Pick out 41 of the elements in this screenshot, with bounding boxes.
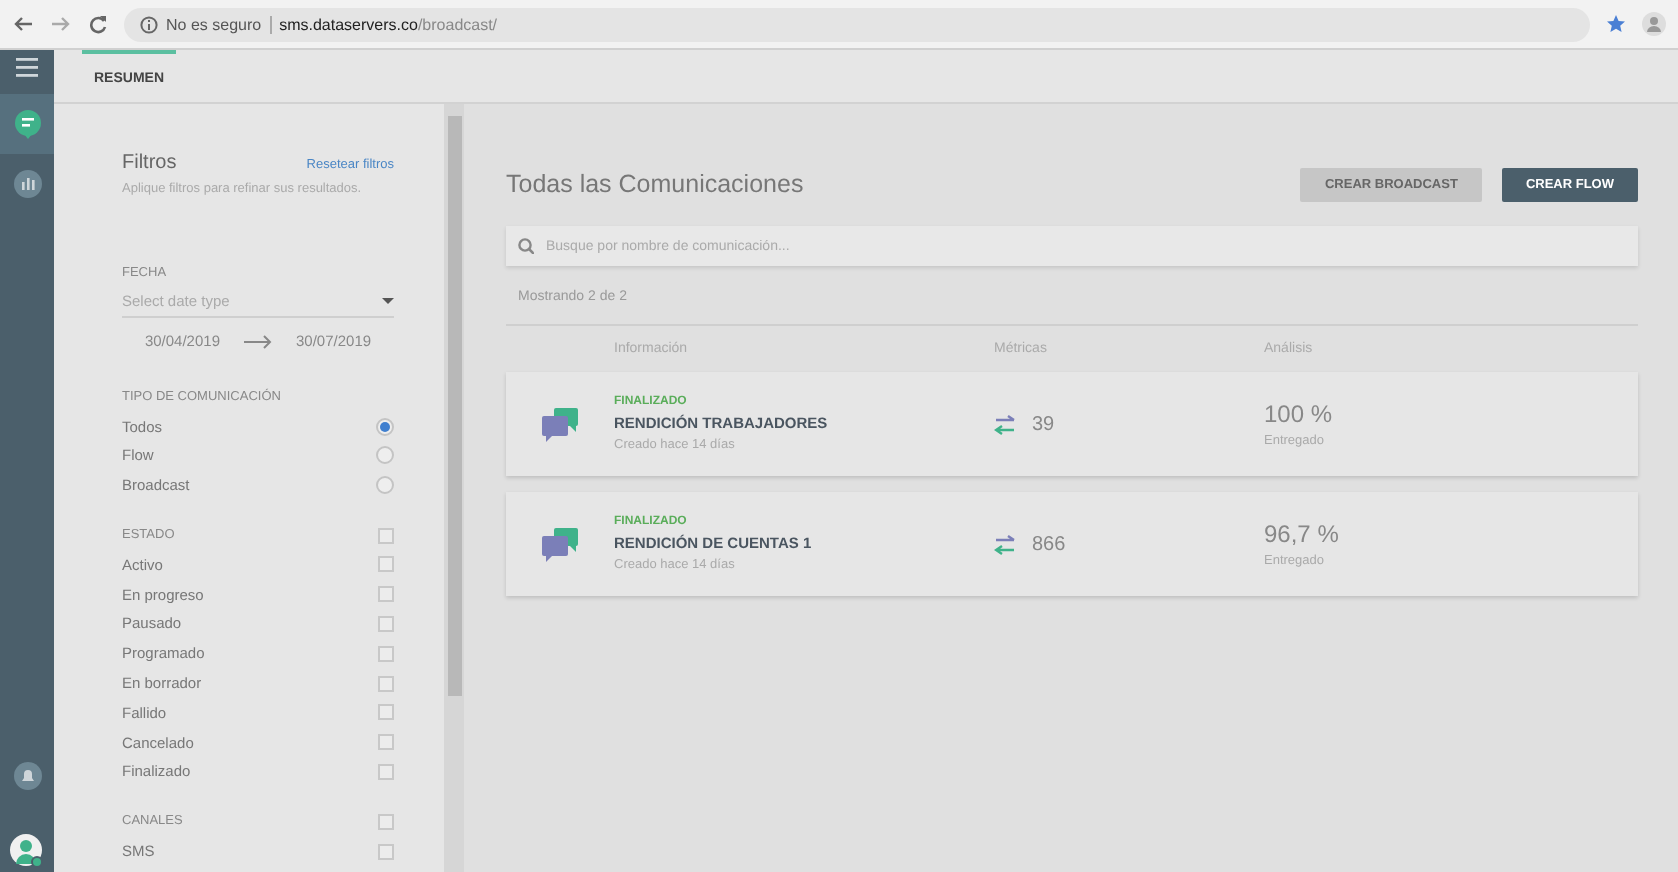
swap-arrows-icon <box>994 413 1016 435</box>
filters-title: Filtros <box>122 152 177 174</box>
security-label: No es seguro <box>166 15 262 33</box>
checkbox[interactable] <box>378 813 394 830</box>
address-bar[interactable]: No es seguro sms.dataservers.co/broadcast/ <box>124 7 1590 41</box>
checkbox[interactable] <box>378 734 394 751</box>
delivery-percent: 100 % <box>1264 400 1333 428</box>
radio-button[interactable] <box>376 476 394 495</box>
radio-button[interactable] <box>376 417 394 436</box>
checkbox[interactable] <box>378 704 394 721</box>
chat-bubbles-icon <box>542 527 578 561</box>
avatar-icon[interactable] <box>10 834 44 868</box>
checkbox[interactable] <box>378 556 394 573</box>
checkbox[interactable] <box>378 763 394 780</box>
page-title: Todas las Comunicaciones <box>506 170 806 198</box>
checkbox[interactable] <box>378 843 394 860</box>
checkbox[interactable] <box>378 586 394 603</box>
chat-icon[interactable] <box>13 109 41 139</box>
metric-value: 866 <box>1032 533 1066 555</box>
chat-bubbles-icon <box>542 407 578 441</box>
delivery-percent: 96,7 % <box>1264 520 1339 548</box>
checkbox[interactable] <box>378 615 394 632</box>
forward-icon[interactable] <box>50 14 72 34</box>
caret-icon <box>382 298 394 304</box>
scrollbar-thumb[interactable] <box>447 116 461 696</box>
info-icon <box>140 15 158 33</box>
radio-button[interactable] <box>376 446 394 465</box>
star-icon[interactable] <box>1606 14 1626 34</box>
arrow-icon <box>244 333 272 349</box>
back-icon[interactable] <box>12 14 34 34</box>
checkbox[interactable] <box>378 645 394 662</box>
bell-icon[interactable] <box>13 762 41 790</box>
menu-icon[interactable] <box>16 58 38 78</box>
url-text: sms.dataservers.co/broadcast/ <box>279 15 498 33</box>
profile-icon[interactable] <box>1642 12 1666 36</box>
checkbox[interactable] <box>378 527 394 544</box>
chart-icon[interactable] <box>13 170 41 198</box>
metric-value: 39 <box>1032 413 1055 435</box>
swap-arrows-icon <box>994 533 1016 555</box>
checkbox[interactable] <box>378 675 394 692</box>
reload-icon[interactable] <box>88 14 108 34</box>
